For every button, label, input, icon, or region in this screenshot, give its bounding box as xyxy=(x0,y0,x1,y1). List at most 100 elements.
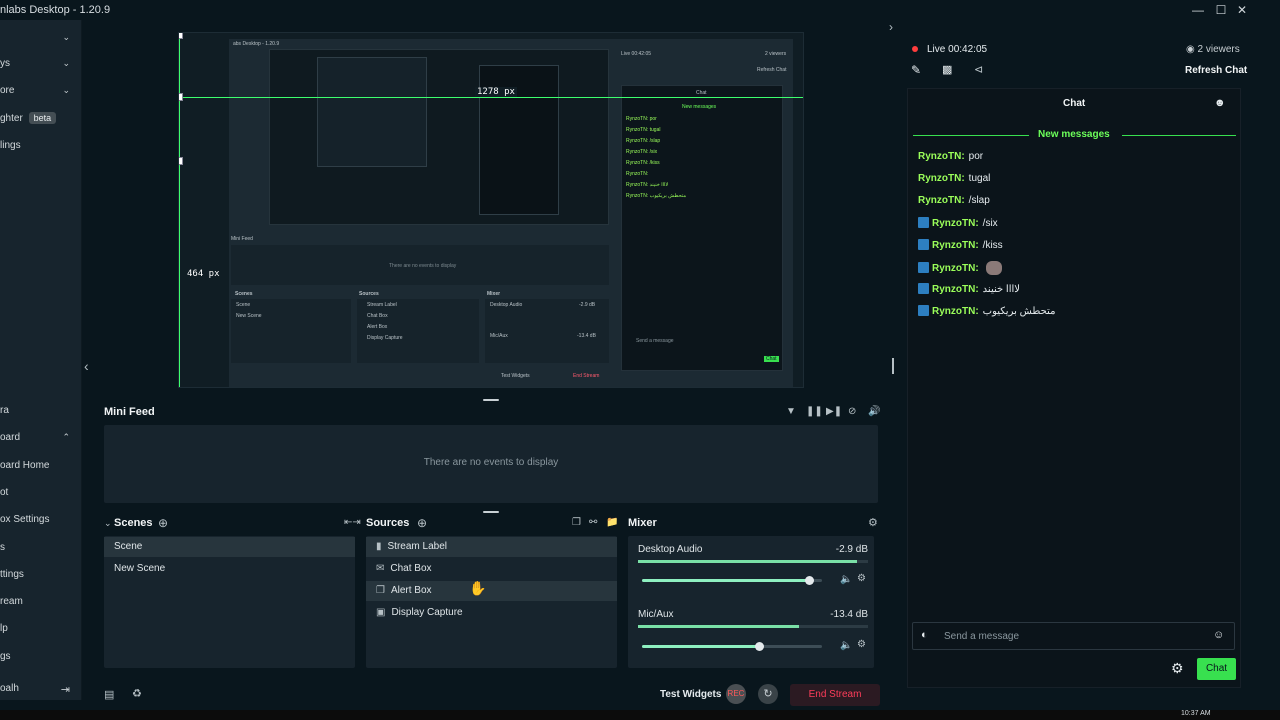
sidebar-item-0[interactable]: ⌄ xyxy=(0,32,80,48)
chat-username[interactable]: RynzoTN: xyxy=(932,306,979,317)
mini-feed-empty-text: There are no events to display xyxy=(423,457,559,468)
chat-text: por xyxy=(968,151,984,162)
source-item[interactable]: ✉ Chat Box xyxy=(366,559,617,579)
mixer-title: Mixer xyxy=(628,517,657,529)
scene-item[interactable]: New Scene xyxy=(104,559,355,579)
edit-stream-info-icon[interactable]: ✎ xyxy=(911,63,921,77)
volume-slider-knob[interactable] xyxy=(805,576,815,585)
sidebar-item-4[interactable]: lings xyxy=(0,140,80,156)
chat-username[interactable]: RynzoTN: xyxy=(918,195,965,206)
add-source-icon[interactable]: ⊕ xyxy=(417,516,427,530)
filter-icon[interactable]: ▼ xyxy=(786,406,796,417)
sidebar-bottom-item-6[interactable]: ttings xyxy=(0,569,80,585)
sidebar-item-3[interactable]: ghter beta xyxy=(0,112,80,128)
expand-right-icon[interactable]: › xyxy=(889,20,893,34)
source-item[interactable]: ▮ Stream Label xyxy=(366,537,617,557)
scene-item[interactable]: Scene xyxy=(104,537,355,557)
split-handle-feed[interactable] xyxy=(483,399,499,401)
chat-username[interactable]: RynzoTN: xyxy=(932,284,979,295)
clip-icon[interactable]: ▩ xyxy=(942,63,952,76)
chevron-down-icon: ⌄ xyxy=(62,58,70,68)
collapse-scenes-icon[interactable]: ⌄ xyxy=(104,518,112,529)
sidebar-item-1[interactable]: ys ⌄ xyxy=(0,58,80,74)
emote-shield-icon: ◐ xyxy=(921,629,928,641)
user-settings-icon[interactable]: ☻ xyxy=(1214,97,1226,109)
close-icon[interactable]: ✕ xyxy=(1234,2,1250,18)
speaker-icon[interactable]: 🔈 xyxy=(840,640,852,651)
sidebar-item-2[interactable]: ore ⌄ xyxy=(0,85,80,101)
split-handle-docks[interactable] xyxy=(483,511,499,513)
chat-send-button[interactable]: Chat xyxy=(1197,658,1236,680)
chat-username[interactable]: RynzoTN: xyxy=(918,173,965,184)
nested-new-messages: New messages xyxy=(682,104,717,110)
audio-meter-fill xyxy=(638,560,857,563)
scene-transition-icon[interactable]: ⇤⇥ xyxy=(344,517,361,528)
source-item[interactable]: ❐ Alert Box xyxy=(366,581,617,601)
resize-handle-bottom[interactable] xyxy=(179,157,183,165)
replay-buffer-icon[interactable]: ↻ xyxy=(758,684,778,704)
sidebar-bottom-item-9[interactable]: gs xyxy=(0,651,80,667)
nested-scenes-box: Scene New Scene xyxy=(231,299,351,363)
sidebar-bottom-item-10[interactable]: oalh ⇥ xyxy=(0,683,80,699)
mute-alerts-icon[interactable]: ⊘ xyxy=(848,406,856,417)
chat-username[interactable]: RynzoTN: xyxy=(918,151,965,162)
skip-icon[interactable]: ▶❚ xyxy=(826,406,842,417)
notification-bell-icon[interactable]: ♻ xyxy=(132,687,142,700)
chat-username[interactable]: RynzoTN: xyxy=(932,240,979,251)
nested-chat-line: RynzoTN: xyxy=(626,171,649,177)
stream-preview[interactable]: abs Desktop - 1.20.9 Mini Feed There are… xyxy=(178,32,804,388)
chat-resize-handle[interactable] xyxy=(892,358,894,374)
channel-settings-icon[interactable]: ⚙ xyxy=(857,573,866,584)
resize-handle-middle[interactable] xyxy=(179,93,183,101)
sidebar-bottom-item-5[interactable]: s xyxy=(0,542,80,558)
speaker-icon[interactable]: 🔈 xyxy=(840,574,852,585)
source-item[interactable]: ▣ Display Capture xyxy=(366,603,617,623)
divider xyxy=(913,135,1029,136)
width-measurement: 1278 px xyxy=(475,87,517,97)
emoji-icon[interactable]: ☺ xyxy=(1213,629,1224,641)
user-badge-icon xyxy=(918,305,929,316)
sidebar-bottom-item-0[interactable]: ra xyxy=(0,405,80,421)
sidebar-bottom-item-7[interactable]: ream xyxy=(0,596,80,612)
test-widgets-button[interactable]: Test Widgets xyxy=(660,689,721,700)
source-copy-icon[interactable]: ❐ xyxy=(572,517,581,528)
channel-settings-icon[interactable]: ⚙ xyxy=(857,639,866,650)
maximize-icon[interactable]: ☐ xyxy=(1213,2,1229,18)
sidebar-bottom-item-2[interactable]: oard Home xyxy=(0,460,80,476)
chat-settings-icon[interactable]: ⚙ xyxy=(1171,660,1184,677)
chat-username[interactable]: RynzoTN: xyxy=(932,263,979,274)
nested-live: Live 00:42:05 xyxy=(621,51,652,57)
nested-chat-box: Chat New messages RynzoTN: por RynzoTN: … xyxy=(621,85,783,371)
sidebar-bottom-item-4[interactable]: ox Settings xyxy=(0,514,80,530)
chat-input[interactable]: ◐ Send a message ☺ xyxy=(912,622,1235,650)
volume-slider-knob[interactable] xyxy=(755,642,764,651)
mouse-cursor-icon: ✋ xyxy=(469,580,487,596)
add-folder-icon[interactable]: 📁 xyxy=(606,517,618,528)
pause-icon[interactable]: ❚❚ xyxy=(806,406,823,417)
window-title: nlabs Desktop - 1.20.9 xyxy=(0,4,111,16)
nested-source-item: Stream Label xyxy=(367,302,397,308)
beta-badge: beta xyxy=(28,112,57,124)
sidebar-bottom-item-1[interactable]: oard ⌃ xyxy=(0,432,80,448)
add-scene-icon[interactable]: ⊕ xyxy=(158,516,168,530)
performance-icon[interactable]: ▤ xyxy=(104,688,114,701)
volume-slider[interactable] xyxy=(642,579,822,582)
nested-minifeed-title: Mini Feed xyxy=(231,236,253,242)
volume-icon[interactable]: 🔊 xyxy=(868,406,880,417)
nested-scene-item: New Scene xyxy=(236,313,262,319)
minimize-icon[interactable]: — xyxy=(1190,2,1206,18)
record-button[interactable]: REC xyxy=(726,684,746,704)
share-icon[interactable]: ⊲ xyxy=(974,63,983,76)
source-lock-icon[interactable]: ⚯ xyxy=(589,517,597,528)
refresh-chat-button[interactable]: Refresh Chat xyxy=(1185,65,1247,76)
sidebar-bottom-item-3[interactable]: ot xyxy=(0,487,80,503)
mixer-settings-icon[interactable]: ⚙ xyxy=(868,516,878,529)
sidebar-bottom-item-8[interactable]: lp xyxy=(0,623,80,639)
chat-username[interactable]: RynzoTN: xyxy=(932,218,979,229)
title-bar: nlabs Desktop - 1.20.9 — ☐ ✕ xyxy=(0,0,1280,20)
nested-chat-title: Chat xyxy=(696,90,707,96)
collapse-left-icon[interactable]: ‹ xyxy=(84,358,89,374)
volume-slider[interactable] xyxy=(642,645,822,648)
resize-handle-top[interactable] xyxy=(179,33,183,39)
end-stream-button[interactable]: End Stream xyxy=(790,684,880,706)
